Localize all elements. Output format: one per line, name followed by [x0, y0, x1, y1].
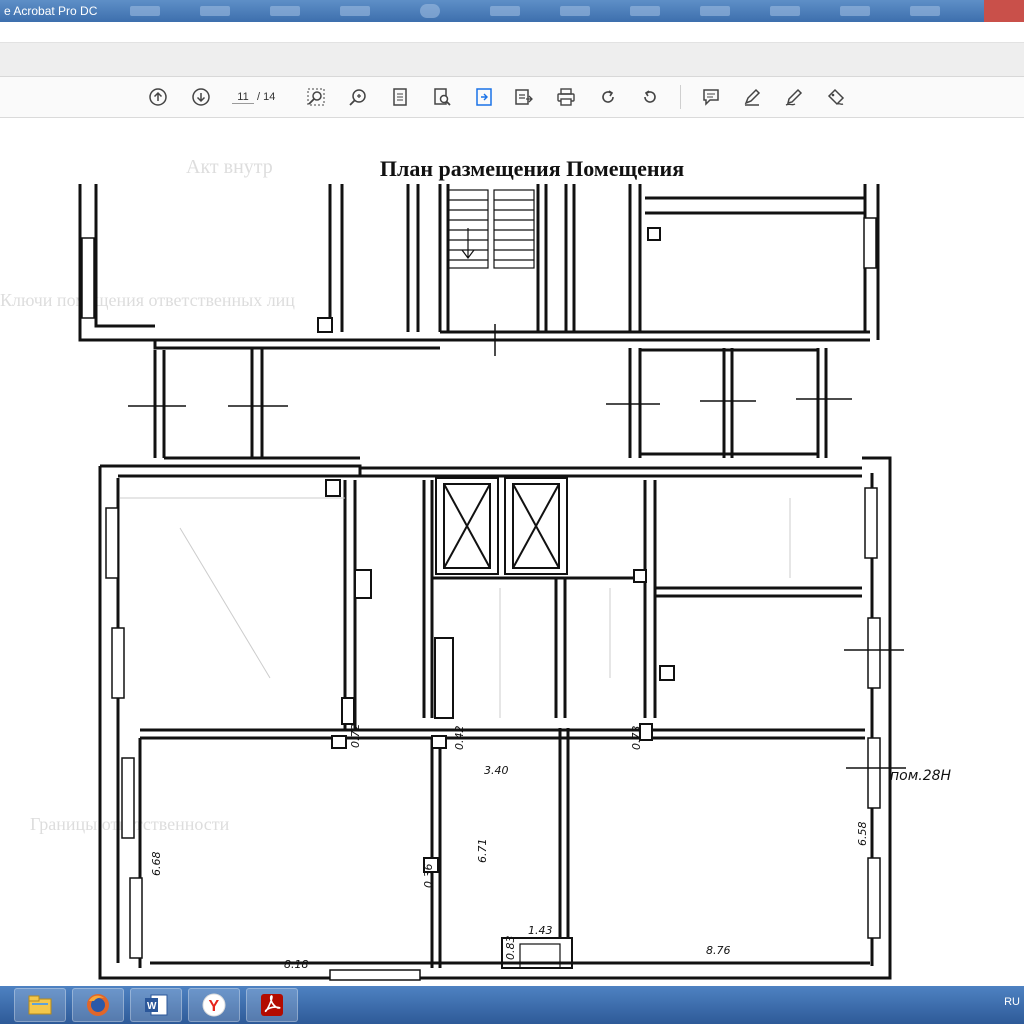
comment-icon: [703, 89, 719, 106]
next-page-button[interactable]: [189, 85, 213, 109]
window-titlebar: e Acrobat Pro DC: [0, 0, 1024, 22]
dimension-label: 6.58: [856, 822, 869, 847]
scroll-mode-button[interactable]: [472, 85, 496, 109]
sign-icon: [827, 88, 845, 106]
firefox-icon: [87, 994, 109, 1016]
comment-button[interactable]: [699, 85, 723, 109]
titlebar-blur: [700, 6, 730, 16]
page-search-icon: [434, 88, 451, 106]
fit-page-button[interactable]: [388, 85, 412, 109]
file-explorer-icon: [28, 995, 52, 1015]
toolbar-separator: [680, 85, 681, 109]
svg-text:W: W: [147, 1001, 157, 1012]
current-page-input[interactable]: 11: [232, 91, 254, 104]
dimension-label: 0.72: [349, 724, 362, 749]
highlight-button[interactable]: [740, 85, 764, 109]
titlebar-blur: [340, 6, 370, 16]
titlebar-blur: [840, 6, 870, 16]
titlebar-blur: [770, 6, 800, 16]
acrobat-icon: [261, 994, 283, 1016]
rotate-counterclockwise-icon: [644, 90, 656, 103]
highlighter-icon: [744, 88, 761, 106]
language-indicator[interactable]: RU: [1004, 996, 1020, 1008]
titlebar-blur: [200, 6, 230, 16]
select-zoom-button[interactable]: [304, 85, 328, 109]
taskbar-yandex-browser[interactable]: Y: [188, 988, 240, 1022]
acrobat-toolbar: 11 / 14: [0, 77, 1024, 118]
dimension-label: 8.18: [284, 958, 309, 971]
dimension-label: 0.83: [504, 936, 517, 961]
fill-sign-button[interactable]: [824, 85, 848, 109]
titlebar-blur: [130, 6, 160, 16]
export-button[interactable]: [512, 85, 536, 109]
scroll-mode-icon: [476, 88, 492, 106]
floor-plan: 3.40 0.72 0.42 0.73 6.68 6.71 6.58 0.36 …: [78, 184, 906, 981]
dimension-label: 3.40: [484, 764, 509, 777]
tab-bar: [0, 43, 1024, 77]
previous-page-button[interactable]: [146, 85, 170, 109]
zoom-icon: [349, 89, 366, 106]
pencil-icon: [785, 88, 803, 106]
search-page-button[interactable]: [430, 85, 454, 109]
dimension-label: 0.42: [453, 726, 466, 751]
word-icon: W: [145, 994, 168, 1016]
dimension-label: 6.71: [476, 839, 489, 864]
total-pages: / 14: [257, 91, 276, 103]
arrow-down-circle-icon: [192, 88, 210, 106]
print-button[interactable]: [554, 85, 578, 109]
room-label: пом.28Н: [890, 768, 952, 784]
arrow-up-circle-icon: [149, 88, 167, 106]
window-close-button[interactable]: [984, 0, 1024, 22]
marquee-zoom-icon: [307, 88, 325, 106]
taskbar-acrobat[interactable]: [246, 988, 298, 1022]
fit-page-icon: [393, 88, 407, 106]
titlebar-blur: [630, 6, 660, 16]
dimension-label: 6.68: [150, 852, 163, 877]
titlebar-blur: [560, 6, 590, 16]
export-pdf-icon: [515, 89, 533, 105]
dimension-label: 8.76: [706, 944, 731, 957]
svg-text:Y: Y: [209, 998, 220, 1015]
dimension-label: 1.43: [528, 924, 553, 937]
window-title: e Acrobat Pro DC: [4, 4, 98, 18]
taskbar-word[interactable]: W: [130, 988, 182, 1022]
windows-taskbar: W Y RU: [0, 986, 1024, 1024]
page-navigator[interactable]: 11 / 14: [232, 87, 292, 107]
taskbar-file-explorer[interactable]: [14, 988, 66, 1022]
yandex-browser-icon: Y: [202, 993, 226, 1017]
rotate-counterclockwise-button[interactable]: [638, 85, 662, 109]
dimension-label: 0.73: [630, 726, 643, 751]
taskbar-firefox[interactable]: [72, 988, 124, 1022]
menu-bar: [0, 22, 1024, 43]
dimension-label: 0.36: [422, 864, 435, 889]
draw-button[interactable]: [782, 85, 806, 109]
document-view[interactable]: Акт внутр Ключи помещения ответственных …: [0, 118, 1024, 986]
titlebar-blur: [910, 6, 940, 16]
print-icon: [557, 88, 575, 106]
rotate-clockwise-button[interactable]: [596, 85, 620, 109]
titlebar-blur: [490, 6, 520, 16]
titlebar-blur: [270, 6, 300, 16]
zoom-button[interactable]: [346, 85, 370, 109]
titlebar-blur: [420, 4, 440, 18]
rotate-clockwise-icon: [602, 90, 614, 103]
